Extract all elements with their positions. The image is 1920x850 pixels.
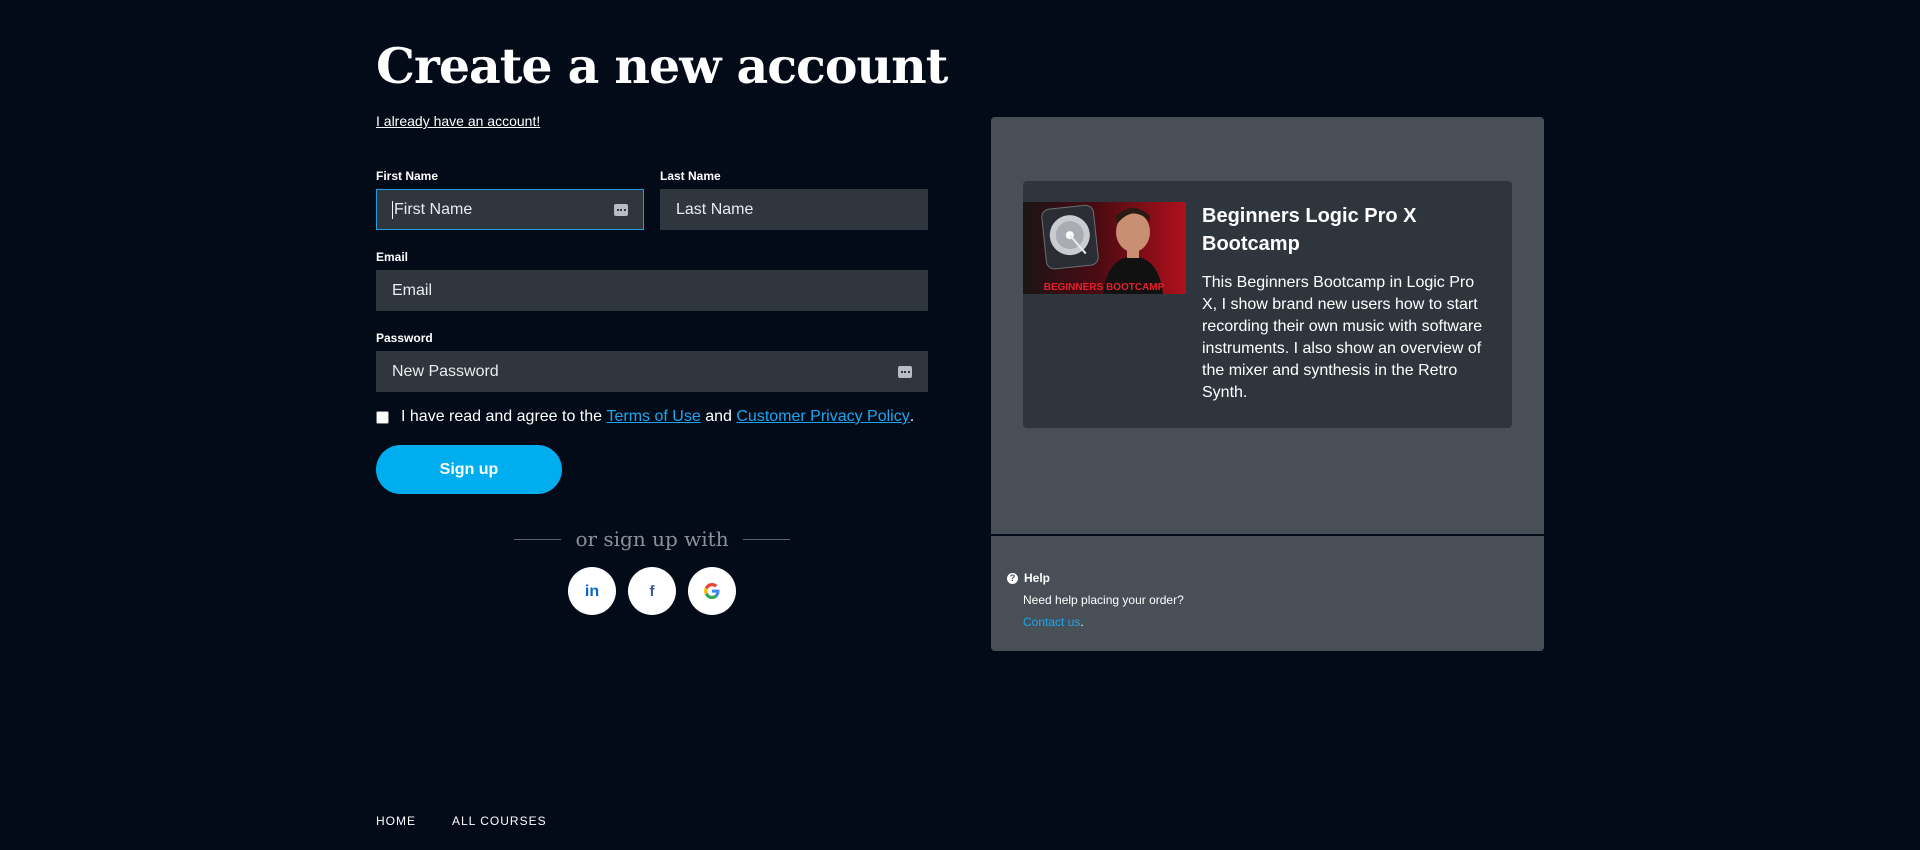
last-name-placeholder: Last Name: [676, 200, 754, 218]
password-input[interactable]: New Password: [376, 351, 928, 392]
course-thumbnail-art: BEGINNERS BOOTCAMP: [1041, 204, 1165, 294]
autofill-key-icon[interactable]: [898, 365, 912, 378]
facebook-icon: f: [650, 583, 656, 600]
password-placeholder: New Password: [392, 362, 499, 380]
first-name-label: First Name: [376, 169, 439, 183]
course-thumbnail: BEGINNERS BOOTCAMP: [1023, 202, 1186, 294]
google-signup-button[interactable]: [688, 567, 736, 615]
svg-text:in: in: [585, 583, 599, 600]
contact-us-link[interactable]: Contact us: [1023, 615, 1080, 629]
terms-checkbox[interactable]: [376, 410, 389, 424]
signup-page: Create a new account I already have an a…: [0, 0, 1920, 850]
alt-signup-divider: or sign up with: [514, 524, 791, 554]
contact-suffix: .: [1080, 615, 1084, 629]
email-label: Email: [376, 250, 409, 264]
last-name-input[interactable]: Last Name: [660, 189, 928, 230]
google-icon: [704, 583, 720, 599]
footer-nav: HOME ALL COURSES: [376, 814, 547, 828]
email-placeholder: Email: [392, 281, 433, 299]
help-contact: Contact us.: [1023, 615, 1084, 629]
last-name-label: Last Name: [660, 169, 721, 183]
privacy-policy-link[interactable]: Customer Privacy Policy: [736, 408, 909, 426]
panel-divider: [991, 534, 1544, 536]
autofill-key-icon[interactable]: [614, 203, 628, 216]
help-heading-label: Help: [1024, 571, 1051, 585]
divider-line: [742, 538, 791, 540]
question-circle-icon: ?: [1007, 572, 1018, 584]
text-cursor: [392, 200, 393, 219]
first-name-placeholder: First Name: [394, 200, 473, 218]
terms-agreement: I have read and agree to the Terms of Us…: [376, 408, 914, 426]
divider-line: [514, 538, 562, 540]
course-description: This Beginners Bootcamp in Logic Pro X, …: [1202, 274, 1483, 401]
help-text: Need help placing your order?: [1023, 593, 1184, 607]
course-card: BEGINNERS BOOTCAMP Beginners Logic Pro X…: [1023, 181, 1512, 428]
terms-of-use-link[interactable]: Terms of Use: [607, 408, 701, 426]
page-title: Create a new account: [376, 37, 948, 95]
help-heading: ? Help: [1007, 571, 1050, 585]
agree-prefix: I have read and agree to the: [401, 408, 603, 425]
agree-middle: and: [705, 408, 732, 425]
footer-link-home[interactable]: HOME: [376, 814, 416, 828]
agree-suffix: .: [909, 408, 915, 425]
sign-up-button[interactable]: Sign up: [376, 445, 562, 494]
first-name-input[interactable]: First Name: [376, 189, 644, 230]
thumbnail-caption: BEGINNERS BOOTCAMP: [1044, 282, 1165, 293]
linkedin-signup-button[interactable]: in: [568, 567, 616, 615]
facebook-signup-button[interactable]: f: [628, 567, 676, 615]
footer-link-all-courses[interactable]: ALL COURSES: [452, 814, 547, 828]
order-summary-panel: BEGINNERS BOOTCAMP Beginners Logic Pro X…: [991, 117, 1544, 651]
course-title: Beginners Logic Pro X Bootcamp: [1202, 205, 1417, 255]
email-input[interactable]: Email: [376, 270, 928, 311]
login-link[interactable]: I already have an account!: [376, 113, 540, 129]
password-label: Password: [376, 331, 433, 345]
svg-text:f: f: [650, 583, 656, 600]
alt-signup-label: or sign up with: [575, 527, 729, 551]
linkedin-icon: in: [585, 583, 599, 600]
